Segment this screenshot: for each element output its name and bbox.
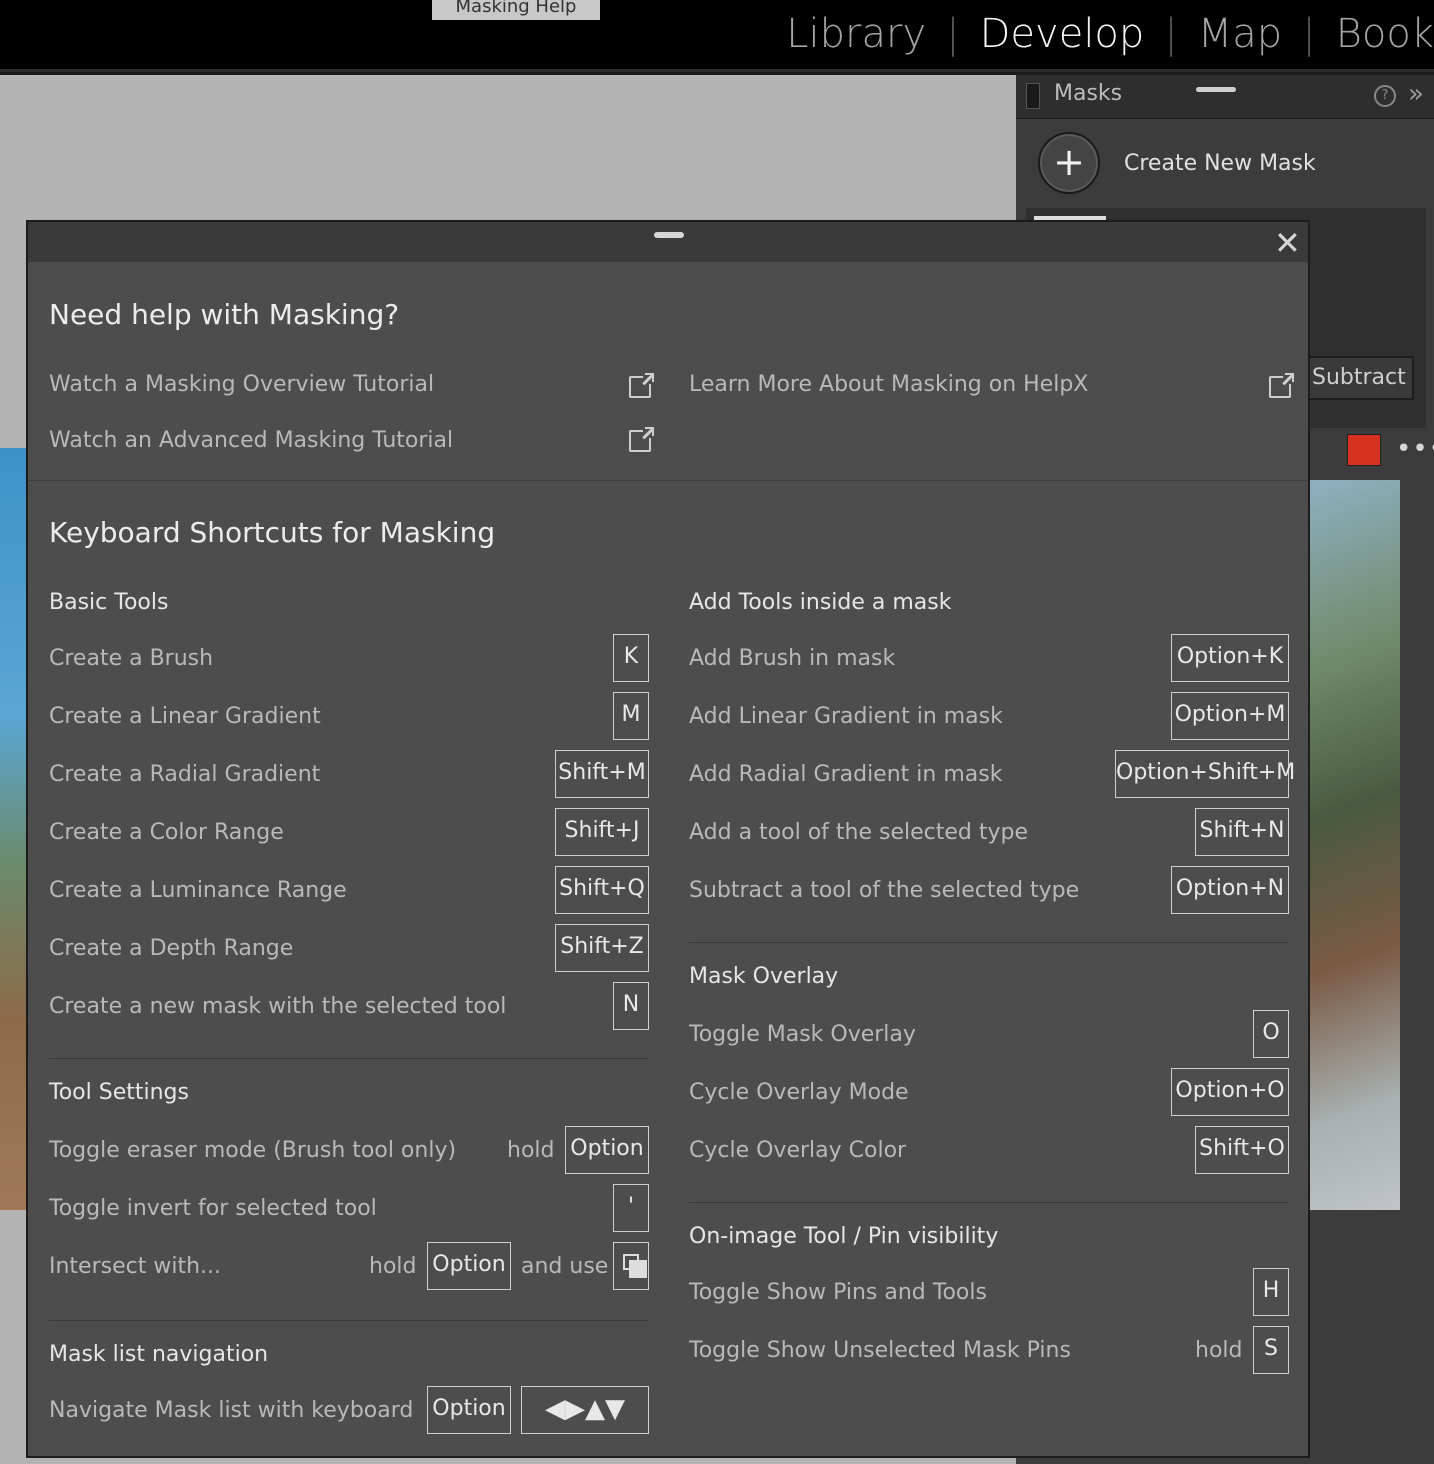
hold-label: hold — [507, 1138, 555, 1163]
shortcut-key: Shift+J — [555, 808, 649, 856]
shortcut-label: Add Linear Gradient in mask — [689, 704, 1003, 729]
shortcut-label: Create a new mask with the selected tool — [49, 994, 507, 1019]
helpx-link[interactable]: Learn More About Masking on HelpX — [689, 372, 1088, 397]
divider — [689, 1202, 1289, 1203]
hold-label: hold — [1195, 1338, 1243, 1363]
shortcut-key: Shift+O — [1195, 1126, 1289, 1174]
create-new-mask-button[interactable]: + Create New Mask — [1038, 131, 1418, 195]
masks-panel-header: Masks ? » — [1016, 75, 1434, 119]
shortcut-label: Add Brush in mask — [689, 646, 896, 671]
shortcut-label: Cycle Overlay Mode — [689, 1080, 909, 1105]
module-develop[interactable]: Develop — [960, 11, 1165, 57]
shortcut-key: M — [613, 692, 649, 740]
shortcut-key: N — [613, 982, 649, 1030]
shortcut-label: Create a Brush — [49, 646, 214, 671]
add-tools-heading: Add Tools inside a mask — [689, 590, 952, 615]
section-divider — [28, 480, 1308, 481]
module-picker: Library | Develop | Map | Book — [766, 6, 1434, 62]
module-book[interactable]: Book — [1316, 11, 1434, 57]
shortcut-key: Option — [427, 1242, 511, 1290]
close-icon[interactable]: ✕ — [1274, 224, 1301, 262]
masking-help-tooltip: Masking Help — [432, 0, 600, 20]
collapse-panel-icon[interactable]: » — [1408, 79, 1424, 109]
intersect-icon — [623, 1254, 647, 1278]
shortcut-label: Create a Radial Gradient — [49, 762, 321, 787]
drag-handle[interactable] — [654, 232, 684, 238]
shortcut-key: H — [1253, 1268, 1289, 1316]
shortcut-key: K — [613, 634, 649, 682]
panel-grip-handle[interactable] — [1196, 87, 1236, 92]
shortcut-label: Create a Luminance Range — [49, 878, 347, 903]
module-library[interactable]: Library — [766, 11, 946, 57]
intersect-key — [613, 1242, 649, 1290]
masking-help-dialog: ✕ Need help with Masking? Watch a Maskin… — [26, 220, 1310, 1458]
arrow-keys: ◀▶▲▼ — [521, 1386, 649, 1434]
advanced-tutorial-link[interactable]: Watch an Advanced Masking Tutorial — [49, 428, 453, 453]
shortcut-key: Option+M — [1171, 692, 1289, 740]
shortcut-key: ' — [613, 1184, 649, 1232]
external-link-icon[interactable] — [629, 372, 655, 398]
plus-icon: + — [1038, 132, 1100, 194]
shortcut-label: Toggle Show Pins and Tools — [689, 1280, 987, 1305]
basic-tools-heading: Basic Tools — [49, 590, 169, 615]
tool-settings-heading: Tool Settings — [49, 1080, 189, 1105]
shortcut-key: Option+O — [1171, 1068, 1289, 1116]
create-new-mask-label: Create New Mask — [1124, 150, 1316, 176]
shortcut-key: Option+K — [1171, 634, 1289, 682]
external-link-icon[interactable] — [629, 426, 655, 452]
more-options-icon[interactable]: ••• — [1396, 434, 1434, 464]
pin-visibility-heading: On-image Tool / Pin visibility — [689, 1224, 999, 1249]
photo-preview-left — [0, 448, 28, 1210]
shortcut-label: Add Radial Gradient in mask — [689, 762, 1003, 787]
divider — [49, 1058, 649, 1059]
shortcut-key: Option+N — [1171, 866, 1289, 914]
module-map[interactable]: Map — [1178, 11, 1302, 57]
shortcut-key: Shift+M — [555, 750, 649, 798]
divider — [49, 1320, 649, 1321]
shortcuts-heading: Keyboard Shortcuts for Masking — [49, 516, 496, 549]
shortcut-key: Option — [565, 1126, 649, 1174]
shortcut-label: Intersect with... — [49, 1254, 222, 1279]
shortcut-key: O — [1253, 1010, 1289, 1058]
shortcut-key: Shift+Z — [555, 924, 649, 972]
masks-panel-title: Masks — [1054, 81, 1123, 106]
mask-list-nav-heading: Mask list navigation — [49, 1342, 269, 1367]
shortcut-label: Toggle Show Unselected Mask Pins — [689, 1338, 1071, 1363]
shortcut-label: Toggle eraser mode (Brush tool only) — [49, 1138, 457, 1163]
photo-preview-right — [1306, 480, 1400, 1210]
module-separator: | — [1302, 11, 1316, 57]
panel-toggle-switch[interactable] — [1026, 83, 1040, 109]
hold-label: hold — [369, 1254, 417, 1279]
shortcut-key: Shift+N — [1195, 808, 1289, 856]
shortcut-label: Create a Depth Range — [49, 936, 294, 961]
shortcut-key: Option — [427, 1386, 511, 1434]
shortcut-label: Add a tool of the selected type — [689, 820, 1029, 845]
shortcut-label: Cycle Overlay Color — [689, 1138, 907, 1163]
shortcut-key: Option+Shift+M — [1115, 750, 1295, 798]
shortcut-key: Shift+Q — [555, 866, 649, 914]
shortcut-label: Create a Linear Gradient — [49, 704, 321, 729]
module-separator: | — [946, 11, 960, 57]
help-icon[interactable]: ? — [1374, 85, 1396, 107]
subtract-button[interactable]: Subtract — [1296, 356, 1414, 400]
shortcut-label: Toggle invert for selected tool — [49, 1196, 377, 1221]
external-link-icon[interactable] — [1269, 372, 1295, 398]
overlay-color-swatch[interactable] — [1347, 434, 1381, 466]
mask-overlay-heading: Mask Overlay — [689, 964, 839, 989]
shortcut-label: Create a Color Range — [49, 820, 284, 845]
shortcut-label: Toggle Mask Overlay — [689, 1022, 916, 1047]
and-use-label: and use — [521, 1254, 609, 1279]
overview-tutorial-link[interactable]: Watch a Masking Overview Tutorial — [49, 372, 434, 397]
help-heading: Need help with Masking? — [49, 298, 400, 331]
module-bar: Masking Help Library | Develop | Map | B… — [0, 0, 1434, 72]
shortcut-key: S — [1253, 1326, 1289, 1374]
shortcut-label: Navigate Mask list with keyboard — [49, 1398, 414, 1423]
dialog-titlebar: ✕ — [28, 222, 1308, 262]
shortcut-label: Subtract a tool of the selected type — [689, 878, 1080, 903]
module-separator: | — [1164, 11, 1178, 57]
divider — [689, 942, 1289, 943]
